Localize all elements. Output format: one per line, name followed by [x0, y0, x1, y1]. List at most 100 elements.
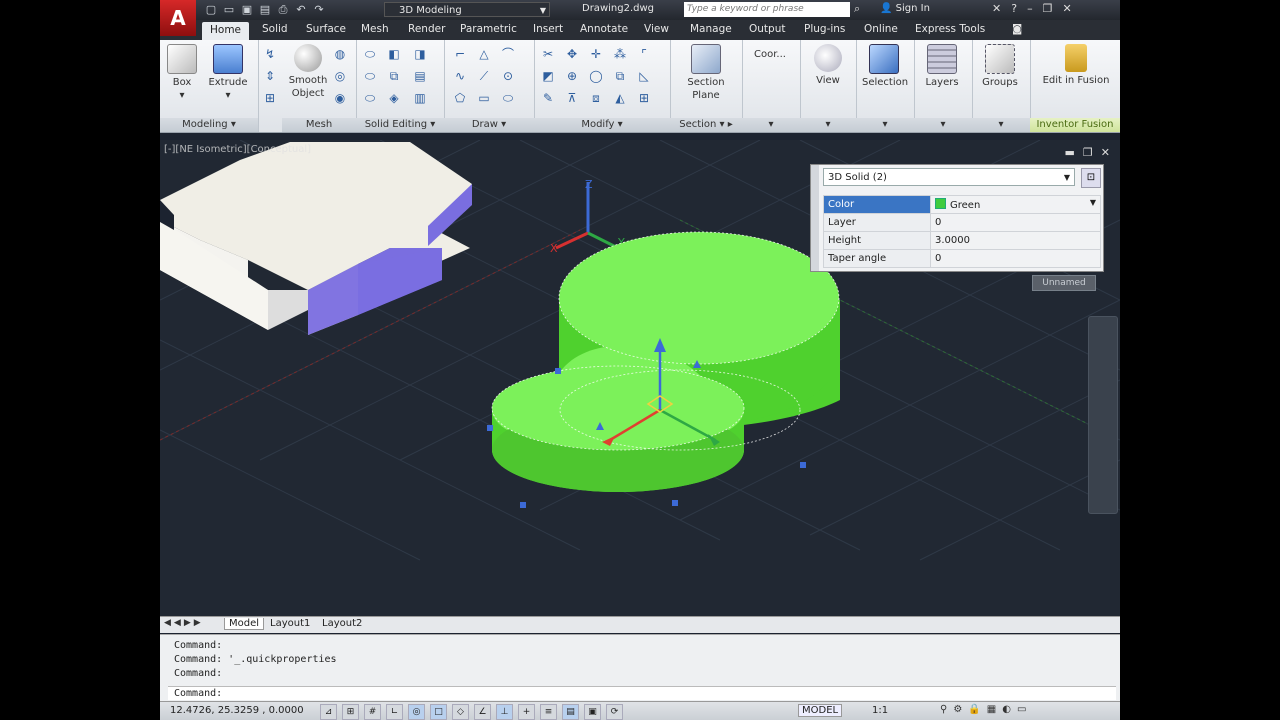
mesh-smooth-less-icon[interactable]: ◎	[332, 68, 348, 84]
panel-label-coordinates[interactable]: ▾	[742, 118, 800, 132]
close-icon[interactable]: ✕	[1062, 2, 1071, 15]
polygon-icon[interactable]: ⬠	[452, 90, 468, 106]
tab-parametric[interactable]: Parametric	[460, 23, 517, 35]
rotate-icon[interactable]: ⊕	[564, 68, 580, 84]
selection-button[interactable]: Selection	[862, 44, 908, 89]
tab-manage[interactable]: Manage	[690, 23, 732, 35]
tab-view[interactable]: View	[644, 23, 669, 35]
tab-layout1[interactable]: Layout1	[266, 618, 314, 629]
smooth-object-button[interactable]: Smooth Object	[286, 44, 330, 100]
infer-constraints-icon[interactable]: ⊿	[320, 704, 337, 720]
property-row-height[interactable]: Height 3.0000	[823, 231, 1101, 250]
coordinates-button[interactable]: Coor...	[748, 48, 792, 61]
help-icon[interactable]: ?	[1011, 2, 1017, 15]
copy-icon[interactable]: ⧉	[612, 68, 628, 84]
tab-output[interactable]: Output	[749, 23, 785, 35]
layers-button[interactable]: Layers	[920, 44, 964, 89]
edit-in-fusion-button[interactable]: Edit in Fusion	[1034, 44, 1118, 87]
intersect-icon[interactable]: ◨	[412, 46, 428, 62]
navigation-bar[interactable]	[1088, 316, 1118, 514]
tab-annotate[interactable]: Annotate	[580, 23, 628, 35]
tab-render[interactable]: Render	[408, 23, 445, 35]
drawing-viewport[interactable]: Z Y X [-][NE Isometric][Conceptual] ▬ ❐ …	[160, 140, 1120, 616]
3d-osnap-icon[interactable]: ◇	[452, 704, 469, 720]
isolate-objects-icon[interactable]: ◐	[1002, 704, 1011, 715]
presspull-icon[interactable]: ⇕	[262, 68, 278, 84]
dyn-icon[interactable]: +	[518, 704, 535, 720]
tab-insert[interactable]: Insert	[533, 23, 563, 35]
rectangle-icon[interactable]: ▭	[476, 90, 492, 106]
snap-icon[interactable]: ⊞	[342, 704, 359, 720]
slice-icon[interactable]: ⧉	[386, 68, 402, 84]
3d-rotate-icon[interactable]: ◯	[588, 68, 604, 84]
select-objects-icon[interactable]: ⊡	[1081, 168, 1101, 188]
tab-express-tools[interactable]: Express Tools	[915, 23, 985, 35]
line-icon[interactable]: △	[476, 46, 492, 62]
unnamed-view-badge[interactable]: Unnamed	[1032, 275, 1096, 291]
thicken-icon[interactable]: ▤	[412, 68, 428, 84]
shell-icon[interactable]: ▥	[412, 90, 428, 106]
property-value[interactable]: 0	[930, 213, 1101, 232]
xline-icon[interactable]: ⟋	[476, 68, 492, 84]
arc-icon[interactable]: ⌒	[500, 46, 516, 62]
array-icon[interactable]: ⁂	[612, 46, 628, 62]
cross-solid[interactable]	[160, 142, 472, 335]
view-button[interactable]: View	[806, 44, 850, 87]
close-viewport-icon[interactable]: ✕	[1101, 146, 1110, 159]
property-value[interactable]: 0	[930, 249, 1101, 268]
grid-icon[interactable]: #	[364, 704, 381, 720]
sign-in-button[interactable]: 👤 Sign In	[880, 3, 930, 14]
object-type-select[interactable]: 3D Solid (2) ▼	[823, 168, 1075, 186]
osnap-icon[interactable]: □	[430, 704, 447, 720]
minimize-icon[interactable]: –	[1027, 2, 1033, 15]
model-space-toggle[interactable]: MODEL	[798, 704, 843, 717]
quick-properties-icon[interactable]: ▣	[584, 704, 601, 720]
hardware-acceleration-icon[interactable]: ▦	[987, 704, 996, 715]
offset-icon[interactable]: ◩	[540, 68, 556, 84]
union-icon[interactable]: ⊞	[262, 90, 278, 106]
panel-label-modify[interactable]: Modify ▾	[534, 118, 670, 132]
tab-solid[interactable]: Solid	[262, 23, 288, 35]
union-solid-icon[interactable]: ⬭	[362, 46, 378, 62]
tab-layout2[interactable]: Layout2	[318, 618, 366, 629]
panel-label-selection[interactable]: ▾	[856, 118, 914, 132]
exchange-icon[interactable]: ✕	[992, 2, 1001, 15]
tab-model[interactable]: Model	[224, 618, 265, 630]
redo-icon[interactable]: ↷	[312, 3, 326, 17]
pencil-icon[interactable]: ✎	[540, 90, 556, 106]
extract-edges-icon[interactable]: ⬭	[362, 90, 378, 106]
annotation-scale[interactable]: 1:1	[872, 705, 888, 716]
3d-move-icon[interactable]: ✛	[588, 46, 604, 62]
rect-array-icon[interactable]: ⊞	[636, 90, 652, 106]
section-plane-button[interactable]: Section Plane	[684, 44, 728, 102]
panel-label-mesh[interactable]: Mesh	[282, 118, 356, 132]
fillet-icon[interactable]: ⌜	[636, 46, 652, 62]
panel-label-layers[interactable]: ▾	[914, 118, 972, 132]
mirror-icon[interactable]: ◭	[612, 90, 628, 106]
tab-mesh[interactable]: Mesh	[361, 23, 389, 35]
application-menu-button[interactable]: A	[160, 0, 196, 36]
panel-label-solid-editing[interactable]: Solid Editing ▾	[356, 118, 444, 132]
polyline-icon[interactable]: ⌐	[452, 46, 468, 62]
property-row-layer[interactable]: Layer 0	[823, 213, 1101, 232]
tab-plugins[interactable]: Plug-ins	[804, 23, 845, 35]
otrack-icon[interactable]: ∠	[474, 704, 491, 720]
viewport-label[interactable]: [-][NE Isometric][Conceptual]	[164, 144, 311, 155]
extrude-button[interactable]: Extrude ▾	[206, 44, 250, 102]
tab-surface[interactable]: Surface	[306, 23, 346, 35]
panel-grip[interactable]	[811, 165, 819, 271]
panel-label-section[interactable]: Section ▾ ▸	[670, 118, 742, 132]
ortho-icon[interactable]: ∟	[386, 704, 403, 720]
imprint-icon[interactable]: ◈	[386, 90, 402, 106]
ellipse-icon[interactable]: ⬭	[500, 90, 516, 106]
scale-icon[interactable]: ⧈	[588, 90, 604, 106]
tab-online[interactable]: Online	[864, 23, 898, 35]
property-row-color[interactable]: Color Green ▼	[823, 195, 1101, 214]
subtract-icon[interactable]: ◧	[386, 46, 402, 62]
maximize-icon[interactable]: ❐	[1043, 2, 1053, 15]
interfere-icon[interactable]: ⬭	[362, 68, 378, 84]
lineweight-icon[interactable]: ≡	[540, 704, 557, 720]
save-as-icon[interactable]: ▤	[258, 3, 272, 17]
trim-icon[interactable]: ✂	[540, 46, 556, 62]
panel-label-modeling[interactable]: Modeling ▾	[160, 118, 258, 132]
